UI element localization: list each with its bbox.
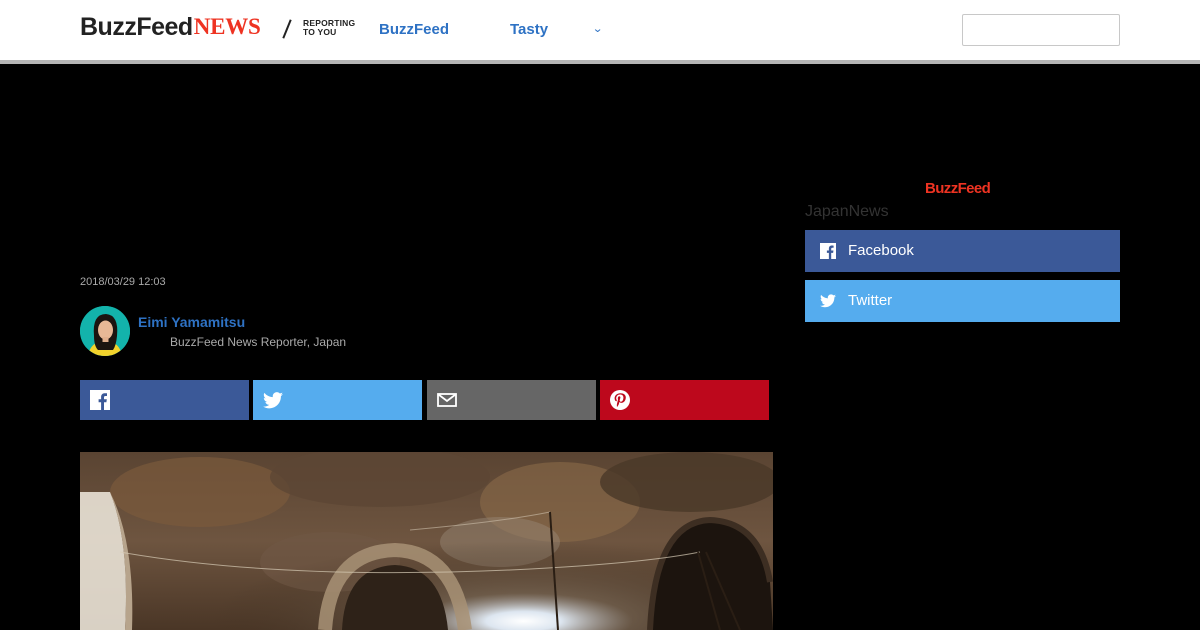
logo-news-text: NEWS	[193, 14, 261, 39]
article-timestamp: 2018/03/29 12:03	[80, 276, 166, 288]
share-twitter-button[interactable]	[253, 380, 422, 420]
sidebar-facebook-button[interactable]: Facebook	[805, 230, 1120, 272]
logo-slash	[282, 19, 292, 39]
sidebar-twitter-label: Twitter	[848, 292, 893, 309]
facebook-icon	[90, 390, 110, 410]
share-pinterest-button[interactable]	[600, 380, 769, 420]
tunnel-photo	[80, 452, 773, 630]
sidebar-facebook-label: Facebook	[848, 242, 914, 259]
chevron-down-icon[interactable]: ⌄	[592, 21, 603, 37]
email-icon	[437, 393, 457, 407]
author-role: BuzzFeed News Reporter, Japan	[170, 335, 347, 349]
pinterest-icon	[610, 390, 630, 410]
nav-link-tasty[interactable]: Tasty	[510, 20, 548, 40]
search-input[interactable]	[962, 14, 1120, 46]
twitter-icon	[263, 391, 283, 408]
nav-link-buzzfeed[interactable]: BuzzFeed	[379, 20, 449, 40]
author-avatar[interactable]	[80, 306, 130, 356]
header-divider	[0, 60, 1200, 64]
article-hero-image	[80, 452, 773, 630]
buzzfeed-news-logo[interactable]: BuzzFeed NEWS REPORTING TO YOU	[80, 13, 355, 41]
sidebar-twitter-button[interactable]: Twitter	[805, 280, 1120, 322]
author-name-link[interactable]: Eimi Yamamitsu	[138, 313, 245, 331]
avatar-photo	[80, 306, 130, 356]
sidebar-japannews-label: JapanNews	[805, 203, 889, 220]
share-facebook-button[interactable]	[80, 380, 249, 420]
logo-buzzfeed-text: BuzzFeed	[80, 13, 193, 41]
twitter-icon	[820, 294, 836, 308]
site-header: BuzzFeed NEWS REPORTING TO YOU BuzzFeed T…	[0, 0, 1200, 60]
facebook-icon	[820, 243, 836, 259]
share-email-button[interactable]	[427, 380, 596, 420]
sidebar-buzzfeed-logo[interactable]: BuzzFeed	[925, 180, 991, 198]
logo-tagline: REPORTING TO YOU	[303, 18, 356, 37]
